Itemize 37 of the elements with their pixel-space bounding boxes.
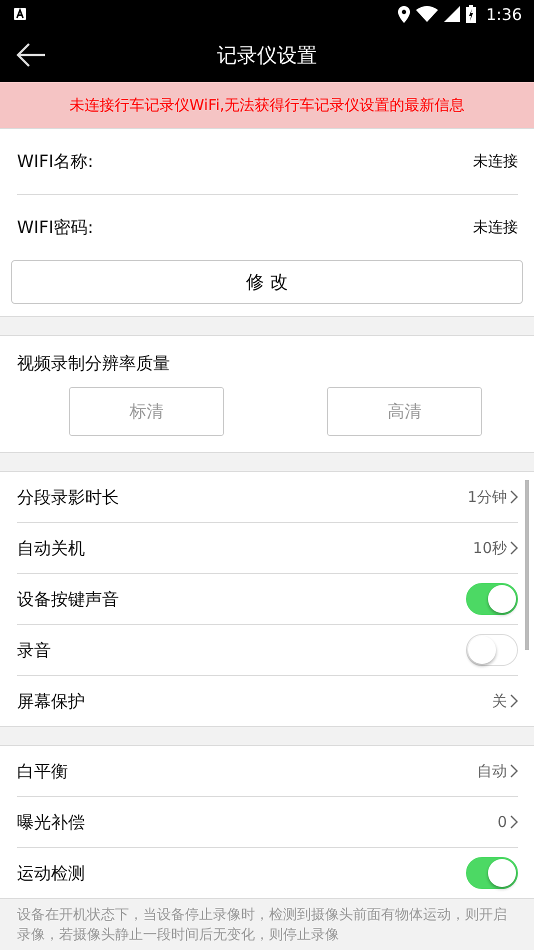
warning-banner: 未连接行车记录仪WiFi,无法获得行车记录仪设置的最新信息 xyxy=(0,82,534,128)
setting-label: 曝光补偿 xyxy=(17,812,86,834)
setting-value[interactable]: 自动 xyxy=(477,762,507,780)
setting-label: WIFI密码: xyxy=(17,217,94,239)
section-title: 视频录制分辨率质量 xyxy=(17,353,171,375)
back-arrow-icon[interactable] xyxy=(16,42,46,68)
battery-icon xyxy=(466,5,476,23)
notification-icon xyxy=(14,8,26,20)
setting-label: 自动关机 xyxy=(17,538,86,560)
setting-label: 白平衡 xyxy=(17,760,69,782)
signal-icon xyxy=(444,6,460,22)
setting-value[interactable]: 10秒 xyxy=(472,538,507,558)
setting-label: 录音 xyxy=(17,640,52,662)
chevron-right-icon xyxy=(510,541,518,555)
edit-button[interactable]: 修 改 xyxy=(11,260,523,304)
setting-label: WIFI名称: xyxy=(17,151,94,173)
footer-note: 设备在开机状态下，当设备停止录像时，检测到摄像头前面有物体运动，则开启录像，若摄像头静止一段时间后无变化，则停止录像 xyxy=(16,906,508,945)
clock-time: 1:36 xyxy=(486,4,522,24)
chevron-right-icon xyxy=(510,815,518,829)
setting-value: 未连接 xyxy=(473,152,518,171)
chevron-right-icon xyxy=(510,694,518,708)
location-icon xyxy=(398,6,410,22)
toggle-switch[interactable] xyxy=(466,857,518,889)
setting-label: 运动检测 xyxy=(17,862,86,884)
setting-label: 屏幕保护 xyxy=(17,690,86,712)
toggle-switch[interactable] xyxy=(466,634,518,666)
setting-label: 分段录影时长 xyxy=(17,486,120,508)
chevron-right-icon xyxy=(510,764,518,778)
chevron-right-icon xyxy=(510,490,518,504)
page-title: 记录仪设置 xyxy=(217,42,317,68)
setting-value[interactable]: 0 xyxy=(497,813,507,831)
setting-value: 未连接 xyxy=(473,218,518,237)
toggle-switch[interactable] xyxy=(466,583,518,615)
wifi-icon xyxy=(416,6,438,22)
setting-value[interactable]: 1分钟 xyxy=(467,488,507,506)
setting-value[interactable]: 关 xyxy=(492,692,507,710)
setting-label: 设备按键声音 xyxy=(17,588,120,610)
